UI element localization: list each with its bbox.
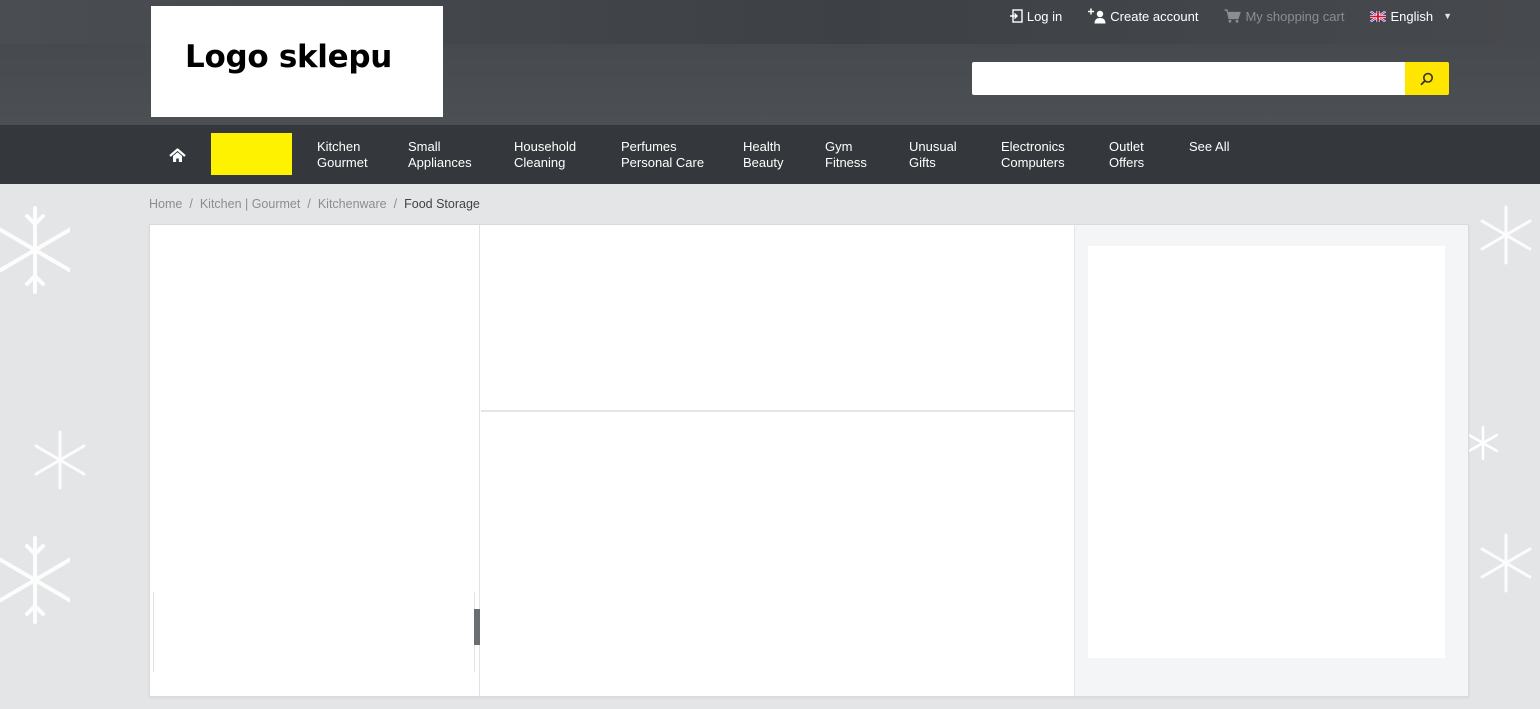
- breadcrumb-kitchen-gourmet[interactable]: Kitchen | Gourmet: [200, 197, 301, 213]
- nav-item-line2: Cleaning: [514, 155, 566, 170]
- promo-nav-block[interactable]: [211, 133, 292, 175]
- login-icon: [1009, 9, 1023, 23]
- create-account-label: Create account: [1110, 8, 1199, 24]
- breadcrumb-separator: /: [307, 197, 311, 211]
- snowflake-decoration: [0, 536, 70, 624]
- site-header: Logo sklepu Log in Create account My sho…: [0, 0, 1540, 125]
- language-label: English: [1390, 8, 1434, 24]
- chevron-down-icon: ▼: [1443, 11, 1452, 21]
- nav-item-line1: Unusual: [909, 139, 957, 154]
- breadcrumb-kitchenware[interactable]: Kitchenware: [318, 197, 387, 213]
- nav-item-perfumes-personal-care[interactable]: Perfumes Personal Care: [621, 139, 704, 171]
- search-icon: [1420, 72, 1433, 85]
- login-label: Log in: [1026, 8, 1063, 24]
- nav-item-unusual-gifts[interactable]: Unusual Gifts: [909, 139, 957, 171]
- nav-item-line2: Fitness: [825, 155, 867, 170]
- product-sidebar-column: [1074, 225, 1468, 696]
- nav-item-line1: Health: [743, 139, 781, 154]
- snowflake-decoration: [1480, 205, 1532, 265]
- nav-item-electronics-computers[interactable]: Electronics Computers: [1001, 139, 1065, 171]
- home-button[interactable]: [165, 144, 189, 166]
- shop-logo[interactable]: Logo sklepu: [151, 6, 443, 117]
- nav-item-gym-fitness[interactable]: Gym Fitness: [825, 139, 867, 171]
- shopping-cart-label: My shopping cart: [1245, 8, 1345, 24]
- home-icon: [168, 147, 186, 162]
- snowflake-decoration: [34, 430, 86, 490]
- nav-item-line2: Beauty: [743, 155, 784, 170]
- nav-item-line1: Household: [514, 139, 577, 154]
- product-summary-panel: [481, 225, 1074, 412]
- product-content-area: [149, 224, 1469, 697]
- breadcrumb-separator: /: [189, 197, 193, 211]
- create-account-link[interactable]: Create account: [1088, 8, 1198, 24]
- nav-item-line1: Small: [408, 139, 441, 154]
- snowflake-decoration: [1468, 425, 1498, 461]
- search-input[interactable]: [972, 62, 1405, 95]
- snowflake-decoration: [0, 206, 70, 294]
- add-user-icon: [1088, 8, 1106, 24]
- purchase-panel: [1088, 246, 1445, 658]
- breadcrumb-home[interactable]: Home: [149, 197, 182, 213]
- search-bar: [972, 62, 1449, 95]
- logo-text: Logo sklepu: [185, 39, 393, 75]
- language-selector[interactable]: English ▼: [1370, 9, 1452, 24]
- nav-item-line1: Kitchen: [317, 139, 361, 154]
- nav-item-line1: See All: [1189, 139, 1230, 154]
- product-gallery-column: [150, 225, 480, 696]
- nav-item-kitchen-gourmet[interactable]: Kitchen Gourmet: [317, 139, 368, 171]
- nav-item-outlet-offers[interactable]: Outlet Offers: [1109, 139, 1144, 171]
- breadcrumb-separator: /: [393, 197, 398, 211]
- cart-icon: [1224, 9, 1242, 23]
- uk-flag-icon: [1370, 10, 1387, 22]
- snowflake-decoration: [1480, 533, 1532, 593]
- nav-item-health-beauty[interactable]: Health Beauty: [743, 139, 783, 171]
- thumbnail-strip: [153, 592, 475, 672]
- nav-item-line2: Gourmet: [317, 155, 368, 170]
- breadcrumb: Home / Kitchen | Gourmet / Kitchenware /…: [149, 197, 480, 213]
- nav-item-line1: Outlet: [1109, 139, 1144, 154]
- search-button[interactable]: [1405, 62, 1449, 95]
- nav-item-household-cleaning[interactable]: Household Cleaning: [514, 139, 576, 171]
- gallery-scroll-handle[interactable]: [474, 609, 480, 645]
- nav-item-see-all[interactable]: See All: [1189, 139, 1229, 155]
- nav-item-small-appliances[interactable]: Small Appliances: [408, 139, 472, 171]
- nav-item-line2: Computers: [1001, 155, 1065, 170]
- nav-item-line2: Appliances: [408, 155, 472, 170]
- login-link[interactable]: Log in: [1009, 9, 1062, 24]
- breadcrumb-current-page: Food Storage: [404, 197, 480, 211]
- nav-item-line2: Gifts: [909, 155, 936, 170]
- nav-item-line1: Perfumes: [621, 139, 677, 154]
- product-details-column: [481, 225, 1074, 696]
- main-navigation: Kitchen Gourmet Small Appliances Househo…: [0, 125, 1540, 184]
- nav-item-line2: Offers: [1109, 155, 1145, 170]
- nav-item-line1: Electronics: [1001, 139, 1065, 154]
- shopping-cart-link[interactable]: My shopping cart: [1224, 9, 1344, 24]
- nav-item-line1: Gym: [825, 139, 853, 154]
- nav-item-line2: Personal Care: [621, 155, 705, 170]
- account-links: Log in Create account My shopping cart E…: [1009, 6, 1452, 26]
